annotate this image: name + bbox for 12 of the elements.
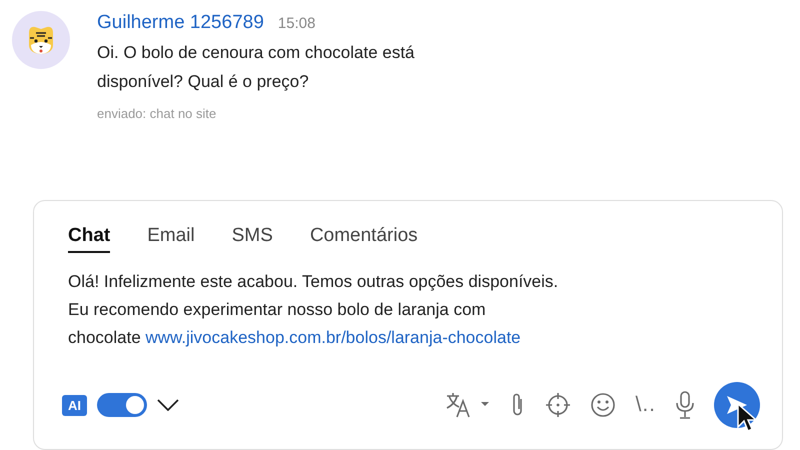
- message-source: enviado: chat no site: [97, 106, 218, 121]
- channel-tab[interactable]: Comentários: [310, 225, 418, 251]
- author-name[interactable]: Guilherme 1256789: [97, 12, 264, 34]
- shortcut-button[interactable]: \..: [635, 393, 656, 417]
- product-link[interactable]: www.jivocakeshop.com.br/bolos/laranja-chocolate: [146, 328, 521, 347]
- channel-tab[interactable]: Email: [147, 225, 195, 251]
- channel-tab[interactable]: Chat: [68, 225, 110, 253]
- channel-tab[interactable]: SMS: [232, 225, 273, 251]
- message-time: 15:08: [278, 15, 316, 32]
- reply-text[interactable]: Olá! Infelizmente este acabou. Temos outras opções disponíveis. Eu recomendo experimentar nosso bolo de laranja com chocolate www.jivocakeshop.com.br/bolos/laranja-chocolate: [68, 268, 748, 352]
- message-text: Oi. O bolo de cenoura com chocolate está disponível? Qual é o preço?: [97, 42, 415, 93]
- ai-badge[interactable]: AI: [62, 394, 87, 416]
